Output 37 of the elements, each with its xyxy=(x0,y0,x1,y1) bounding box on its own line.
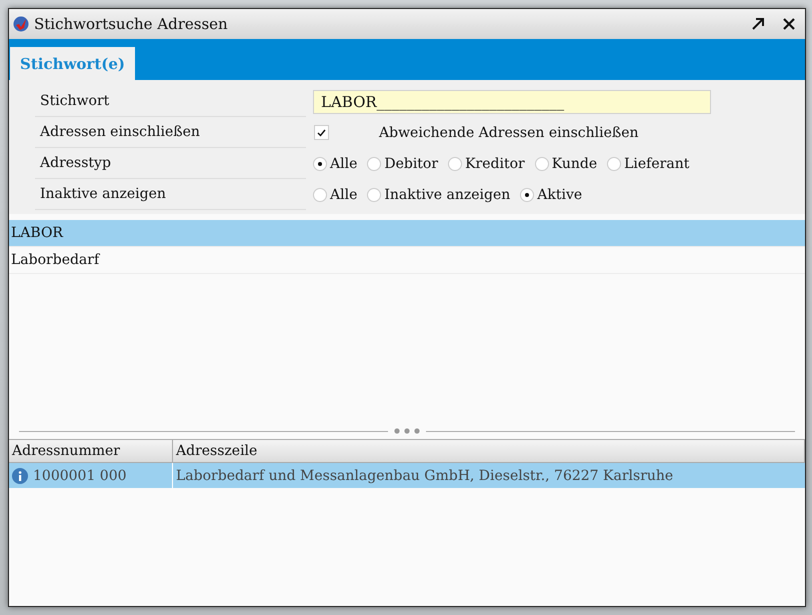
radio-option[interactable]: Inaktive anzeigen xyxy=(367,186,510,202)
checkmark-icon xyxy=(317,128,326,136)
radio-icon[interactable] xyxy=(607,156,622,170)
table-row[interactable]: 1000001 000 Laborbedarf und Messanlagenbau GmbH, Dieselstr., 76227 Karlsruhe xyxy=(9,463,805,488)
radio-icon[interactable] xyxy=(448,156,462,170)
table-cell: 1000001 000 xyxy=(33,468,127,484)
radio-icon[interactable] xyxy=(313,188,327,202)
field-label: Adresstyp xyxy=(35,148,306,179)
keyword-field[interactable]: LABOR_________________________ xyxy=(313,90,711,114)
table-cell-text: Laborbedarf und Messanlagenbau GmbH, Dieselstr., 76227 Karlsruhe xyxy=(175,466,674,486)
radio-option[interactable]: Debitor xyxy=(367,156,438,172)
radio-option[interactable]: Alle xyxy=(313,186,358,202)
field-label: Adressen einschließen xyxy=(35,117,306,148)
close-icon[interactable] xyxy=(781,16,797,32)
radio-icon[interactable] xyxy=(534,156,549,170)
column-header[interactable]: Adresszeile xyxy=(173,440,805,462)
radio-option[interactable]: Kreditor xyxy=(448,156,525,172)
field-label: Inaktive anzeigen xyxy=(35,179,306,210)
radio-option[interactable]: Kunde xyxy=(534,156,598,172)
app-logo-icon xyxy=(13,16,29,32)
keyword-item[interactable]: LABOR xyxy=(9,220,805,247)
maximize-icon[interactable] xyxy=(750,16,766,32)
radio-option[interactable]: Aktive xyxy=(520,186,582,202)
radio-option[interactable]: Alle xyxy=(313,156,358,172)
splitter-handle-icon[interactable] xyxy=(394,428,420,434)
window-title: Stichwortsuche Adressen xyxy=(34,15,229,33)
radio-icon[interactable] xyxy=(313,156,327,170)
keyword-item[interactable]: Laborbedarf xyxy=(9,247,805,274)
column-header[interactable]: Adressnummer xyxy=(9,440,173,462)
info-icon xyxy=(12,468,28,484)
checkbox[interactable] xyxy=(314,125,329,140)
radio-icon[interactable] xyxy=(520,188,534,202)
radio-icon[interactable] xyxy=(367,156,382,170)
checkbox-label: Abweichende Adressen einschließen xyxy=(379,124,639,140)
radio-icon[interactable] xyxy=(367,188,382,202)
radio-option[interactable]: Lieferant xyxy=(607,156,690,172)
field-label: Stichwort xyxy=(35,86,306,117)
